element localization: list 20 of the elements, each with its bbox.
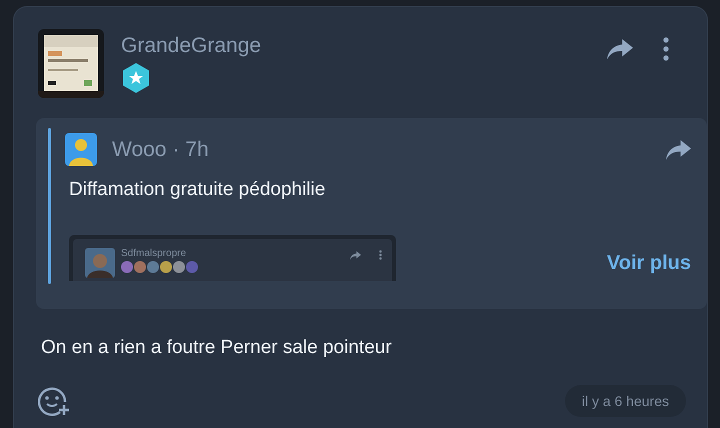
quote-text: Diffamation gratuite pédophilie — [69, 179, 326, 201]
timestamp: il y a 6 heures — [564, 385, 686, 417]
add-reaction-button[interactable] — [38, 386, 70, 416]
more-button[interactable] — [663, 37, 669, 61]
share-button[interactable] — [666, 140, 691, 160]
share-icon — [350, 251, 361, 260]
share-button[interactable] — [607, 38, 633, 60]
avatar-icon — [65, 133, 97, 166]
more-icon — [663, 37, 669, 61]
embedded-author: Sdfmalspropre — [121, 248, 188, 259]
add-emoji-icon — [38, 386, 70, 416]
share-icon — [666, 140, 691, 160]
quote-author: Wooo — [112, 138, 166, 162]
star-badge-icon — [121, 62, 151, 94]
share-icon — [607, 38, 633, 60]
post-text: On en a rien a foutre Perner sale pointeur — [41, 337, 393, 359]
author-name: GrandeGrange — [121, 34, 262, 58]
more-icon — [379, 250, 382, 260]
quote-time: · 7h — [172, 138, 209, 162]
see-more-link[interactable]: Voir plus — [606, 252, 691, 275]
